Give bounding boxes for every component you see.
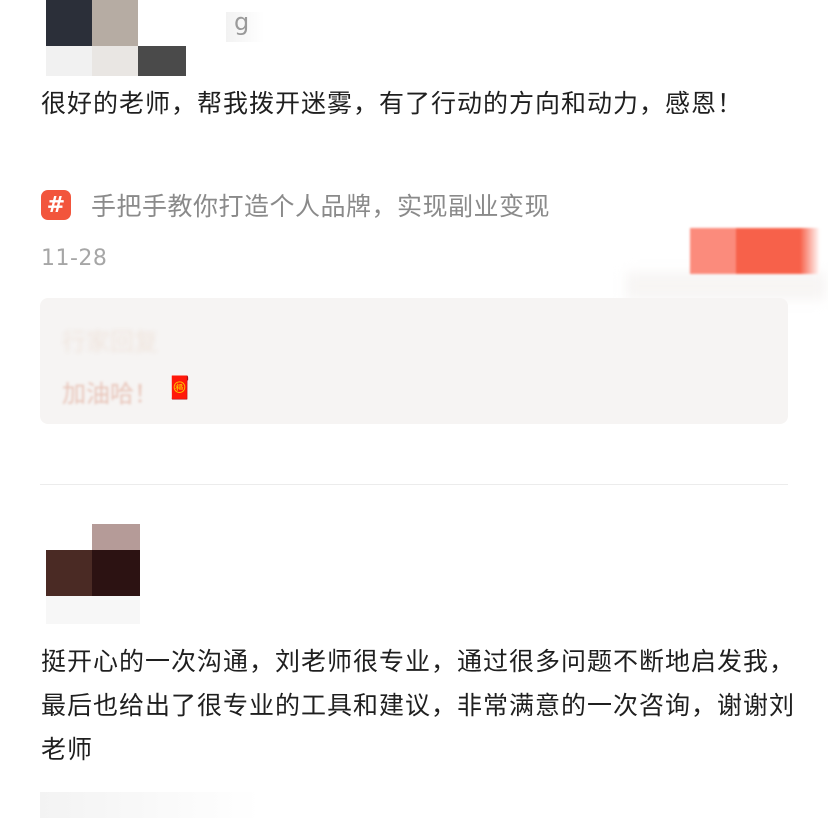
review-comment: 很好的老师，帮我拨开迷雾，有了行动的方向和动力，感恩！ xyxy=(41,89,744,118)
action-shadow xyxy=(626,272,826,300)
reply-text: 加油哈！ xyxy=(62,380,158,408)
review-item: 挺开心的一次沟通，刘老师很专业，通过很多问题不断地启发我，最后也给出了很专业的工… xyxy=(0,486,828,818)
topic-tag[interactable]: # 手把手教你打造个人品牌，实现副业变现 xyxy=(41,188,550,222)
username[interactable]: g xyxy=(234,8,249,36)
review-date: 11-28 xyxy=(41,246,108,271)
reply-heading: 行家回复 xyxy=(62,328,158,356)
next-item-fade xyxy=(40,792,260,818)
hashtag-icon: # xyxy=(41,190,71,220)
red-envelope-icon: 🧧 xyxy=(166,376,194,401)
divider xyxy=(40,484,788,485)
avatar[interactable] xyxy=(46,0,186,76)
topic-label: 手把手教你打造个人品牌，实现副业变现 xyxy=(91,192,551,221)
action-button-redacted[interactable] xyxy=(690,228,820,274)
avatar[interactable] xyxy=(46,524,140,624)
expert-reply: 行家回复 加油哈！ 🧧 xyxy=(40,298,788,424)
review-comment: 挺开心的一次沟通，刘老师很专业，通过很多问题不断地启发我，最后也给出了很专业的工… xyxy=(41,647,796,764)
review-item: g 很好的老师，帮我拨开迷雾，有了行动的方向和动力，感恩！ # 手把手教你打造个… xyxy=(0,0,828,460)
